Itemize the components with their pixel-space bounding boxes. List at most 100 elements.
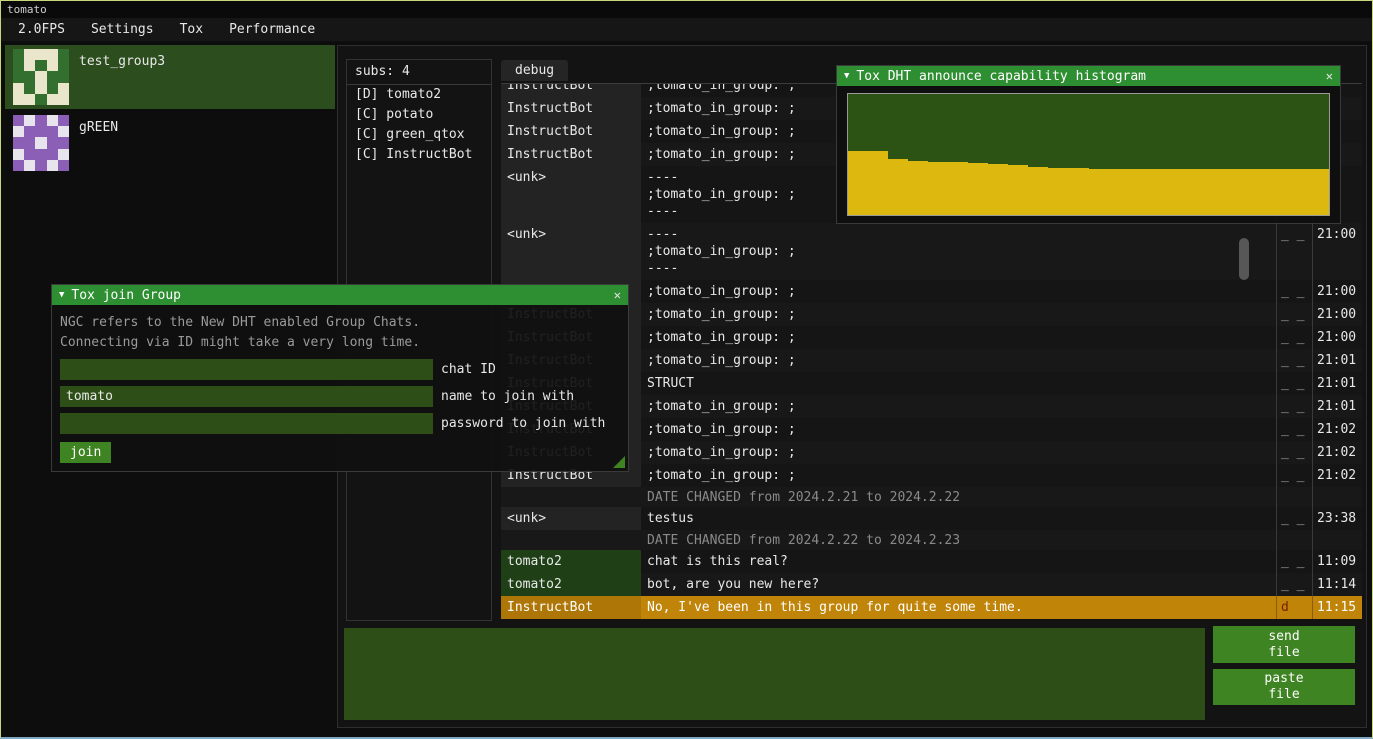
sender-cell: InstructBot — [501, 97, 641, 120]
field-label: chat ID — [441, 362, 496, 377]
join-button[interactable]: join — [60, 442, 111, 463]
histogram-bar — [1189, 169, 1209, 215]
histogram-bar — [848, 151, 868, 215]
password-to-join-with-input[interactable] — [60, 413, 433, 434]
flags-cell — [1276, 530, 1312, 550]
histogram-bar — [1109, 169, 1129, 215]
message-text: No, I've been in this group for quite so… — [641, 596, 1276, 619]
resize-grip[interactable] — [613, 456, 625, 468]
menu-tox[interactable]: Tox — [167, 19, 216, 40]
message-row: InstructBotSTRUCT_ _21:01 — [501, 372, 1362, 395]
histogram-bar — [1209, 169, 1229, 215]
sender-cell: InstructBot — [501, 596, 641, 619]
message-row: tomato2bot, are you new here?_ _11:14 — [501, 573, 1362, 596]
field-label: password to join with — [441, 416, 605, 431]
histogram-bar — [1149, 169, 1169, 215]
message-text: ;tomato_in_group: ; — [641, 303, 1276, 326]
time-cell: 21:00 — [1312, 326, 1362, 349]
dht-histogram-titlebar[interactable]: ▼ Tox DHT announce capability histogram … — [837, 66, 1340, 86]
member-item[interactable]: [C] green_qtox — [347, 125, 491, 145]
message-text: testus — [641, 507, 1276, 530]
scrollbar-thumb[interactable] — [1239, 238, 1249, 280]
system-text: DATE CHANGED from 2024.2.22 to 2024.2.23 — [641, 530, 1276, 550]
sender-cell: InstructBot — [501, 120, 641, 143]
group-list: test_group3gREEN — [5, 45, 335, 177]
name-to-join-with-input[interactable] — [60, 386, 433, 407]
collapse-icon[interactable]: ▼ — [844, 71, 849, 81]
group-item[interactable]: gREEN — [5, 111, 335, 175]
time-cell: 23:38 — [1312, 507, 1362, 530]
join-field-row: password to join with — [60, 413, 620, 434]
send-file-button[interactable]: send file — [1213, 626, 1355, 663]
time-cell: 11:09 — [1312, 550, 1362, 573]
flags-cell: _ _ — [1276, 372, 1312, 395]
histogram-bar — [988, 164, 1008, 215]
flags-cell: _ _ — [1276, 441, 1312, 464]
window-title: tomato — [7, 3, 47, 16]
join-fields: chat ID name to join with password to join… — [60, 359, 620, 434]
message-row: <unk>testus_ _23:38 — [501, 507, 1362, 530]
message-text: ;tomato_in_group: ; — [641, 395, 1276, 418]
message-text: ;tomato_in_group: ; — [641, 326, 1276, 349]
time-cell: 11:14 — [1312, 573, 1362, 596]
histogram-bar — [1229, 169, 1249, 215]
close-icon[interactable]: ✕ — [1326, 69, 1333, 83]
sender-cell: <unk> — [501, 223, 641, 280]
time-cell: 21:01 — [1312, 395, 1362, 418]
member-item[interactable]: [C] InstructBot — [347, 145, 491, 165]
flags-cell: _ _ — [1276, 507, 1312, 530]
member-item[interactable]: [D] tomato2 — [347, 85, 491, 105]
message-text: chat is this real? — [641, 550, 1276, 573]
menu-settings[interactable]: Settings — [78, 19, 167, 40]
close-icon[interactable]: ✕ — [614, 288, 621, 302]
message-row: DATE CHANGED from 2024.2.22 to 2024.2.23 — [501, 530, 1362, 550]
menu-performance[interactable]: Performance — [216, 19, 328, 40]
menu-fps[interactable]: 2.0FPS — [5, 19, 78, 40]
flags-cell: _ _ — [1276, 303, 1312, 326]
time-cell: 21:00 — [1312, 303, 1362, 326]
message-row: InstructBot;tomato_in_group: ;_ _21:01 — [501, 395, 1362, 418]
histogram-bar — [1309, 169, 1329, 215]
message-row: DATE CHANGED from 2024.2.21 to 2024.2.22 — [501, 487, 1362, 507]
join-field-row: name to join with — [60, 386, 620, 407]
system-text: DATE CHANGED from 2024.2.21 to 2024.2.22 — [641, 487, 1276, 507]
histogram-bar — [968, 163, 988, 215]
histogram-bar — [1289, 169, 1309, 215]
member-item[interactable]: [C] potato — [347, 105, 491, 125]
histogram-bar — [868, 151, 888, 215]
dht-histogram-window: ▼ Tox DHT announce capability histogram … — [836, 65, 1341, 224]
time-cell: 21:01 — [1312, 349, 1362, 372]
message-row: InstructBot;tomato_in_group: ;_ _21:00 — [501, 280, 1362, 303]
join-field-row: chat ID — [60, 359, 620, 380]
histogram-bar — [1089, 169, 1109, 215]
histogram-plot — [847, 93, 1330, 216]
paste-file-button[interactable]: paste file — [1213, 669, 1355, 705]
message-text: bot, are you new here? — [641, 573, 1276, 596]
tab-debug[interactable]: debug — [501, 60, 568, 81]
flags-cell: _ _ — [1276, 573, 1312, 596]
flags-cell: _ _ — [1276, 326, 1312, 349]
time-cell — [1312, 487, 1362, 507]
histogram-bar — [1048, 168, 1068, 215]
histogram-bar — [1129, 169, 1149, 215]
members-list: [D] tomato2[C] potato[C] green_qtox[C] I… — [347, 85, 491, 165]
members-header: subs: 4 — [347, 60, 491, 85]
flags-cell: _ _ — [1276, 464, 1312, 487]
time-cell: 21:00 — [1312, 223, 1362, 280]
group-item[interactable]: test_group3 — [5, 45, 335, 109]
time-cell: 21:02 — [1312, 441, 1362, 464]
chat-ID-input[interactable] — [60, 359, 433, 380]
window-titlebar[interactable]: tomato — [1, 1, 1372, 18]
field-label: name to join with — [441, 389, 574, 404]
sender-cell — [501, 530, 641, 550]
sender-cell: tomato2 — [501, 550, 641, 573]
join-group-titlebar[interactable]: ▼ Tox join Group ✕ — [52, 285, 628, 305]
histogram-bar — [948, 162, 968, 215]
message-row: <unk>---- ;tomato_in_group: ; ----_ _21:… — [501, 223, 1362, 280]
collapse-icon[interactable]: ▼ — [59, 290, 64, 300]
flags-cell: _ _ — [1276, 418, 1312, 441]
sender-cell: <unk> — [501, 166, 641, 223]
message-input[interactable] — [344, 628, 1205, 720]
message-text: ;tomato_in_group: ; — [641, 418, 1276, 441]
message-row: InstructBot;tomato_in_group: ;_ _21:00 — [501, 303, 1362, 326]
